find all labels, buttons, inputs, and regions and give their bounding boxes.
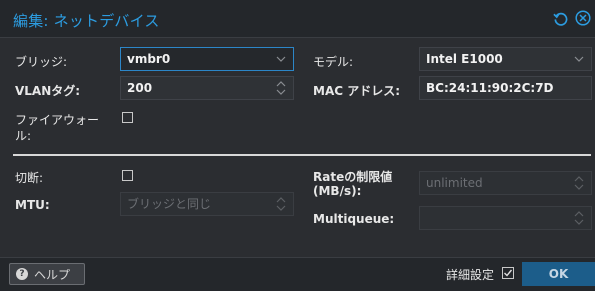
question-icon: ? xyxy=(16,268,28,280)
rate-limit-label-line2: (MB/s): xyxy=(313,184,362,198)
vlan-tag-input[interactable]: 200 xyxy=(120,76,294,100)
rate-limit-placeholder: unlimited xyxy=(426,176,483,190)
rate-limit-input[interactable]: unlimited xyxy=(419,171,592,195)
model-label: モデル: xyxy=(313,55,354,69)
model-select[interactable]: Intel E1000 xyxy=(419,47,592,71)
bridge-value: vmbr0 xyxy=(127,52,171,66)
dialog-title: 編集: ネットデバイス xyxy=(13,12,160,30)
dialog-footer: ? ヘルプ 詳細設定 OK xyxy=(0,257,595,291)
bridge-select[interactable]: vmbr0 xyxy=(120,47,294,71)
firewall-label-line1: ファイアウォー xyxy=(15,113,100,127)
disconnect-label: 切断: xyxy=(15,171,44,185)
mtu-label: MTU: xyxy=(15,198,50,212)
section-divider xyxy=(13,154,591,156)
firewall-checkbox[interactable] xyxy=(122,112,133,123)
help-button-label: ヘルプ xyxy=(34,267,71,282)
vlan-tag-value: 200 xyxy=(127,81,153,95)
mtu-input[interactable]: ブリッジと同じ xyxy=(120,192,294,216)
dialog-header: 編集: ネットデバイス xyxy=(0,0,595,38)
mac-address-label: MAC アドレス: xyxy=(313,84,401,98)
mac-address-value: BC:24:11:90:2C:7D xyxy=(426,81,554,95)
rate-limit-label-line1: Rateの制限値 xyxy=(313,170,393,184)
chevron-down-icon[interactable] xyxy=(275,48,287,70)
spinner-icon[interactable] xyxy=(275,193,287,215)
advanced-checkbox[interactable] xyxy=(502,267,514,279)
spinner-icon[interactable] xyxy=(275,77,287,99)
help-button[interactable]: ? ヘルプ xyxy=(9,263,85,285)
model-value: Intel E1000 xyxy=(426,52,503,66)
close-icon[interactable] xyxy=(574,9,592,27)
multiqueue-input[interactable] xyxy=(419,206,592,230)
ok-button[interactable]: OK xyxy=(522,262,595,286)
vlan-tag-label: VLANタグ: xyxy=(15,84,81,98)
edit-network-device-dialog: 編集: ネットデバイス ブリッジ: vmbr0 VLANタグ: 200 ファイア… xyxy=(0,0,595,291)
ok-button-label: OK xyxy=(548,267,569,281)
advanced-label: 詳細設定 xyxy=(446,268,495,282)
mac-address-input[interactable]: BC:24:11:90:2C:7D xyxy=(419,76,592,100)
chevron-down-icon[interactable] xyxy=(573,48,585,70)
firewall-label-line2: ル: xyxy=(15,129,32,143)
checkmark-icon xyxy=(504,269,513,277)
spinner-icon[interactable] xyxy=(573,207,585,229)
reset-icon[interactable] xyxy=(551,9,569,27)
mtu-placeholder: ブリッジと同じ xyxy=(127,197,212,211)
disconnect-checkbox[interactable] xyxy=(122,170,133,181)
bridge-label: ブリッジ: xyxy=(15,55,68,69)
spinner-icon[interactable] xyxy=(573,172,585,194)
multiqueue-label: Multiqueue: xyxy=(313,212,395,226)
